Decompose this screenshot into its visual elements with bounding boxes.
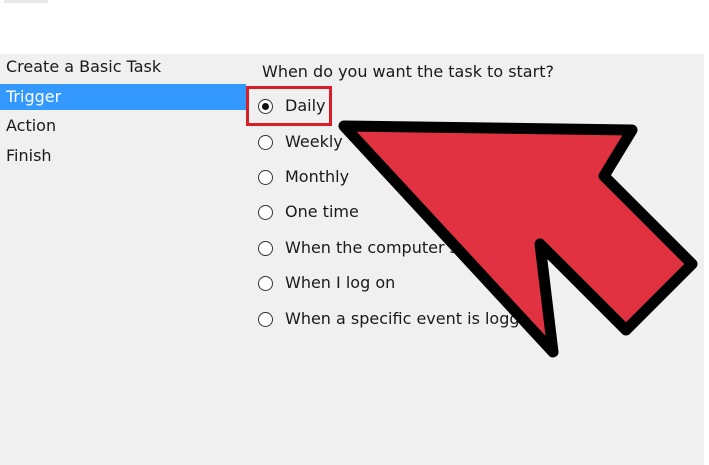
trigger-panel: When do you want the task to start? Dail… [246,54,704,465]
option-log-on-label[interactable]: When I log on [285,273,395,293]
step-trigger[interactable]: Trigger [0,84,246,110]
option-one-time[interactable]: One time [258,200,359,224]
radio-specific-event[interactable] [258,311,273,327]
step-action[interactable]: Action [0,113,246,139]
step-create-basic-task[interactable]: Create a Basic Task [0,54,246,80]
option-one-time-label[interactable]: One time [285,202,359,222]
option-specific-event[interactable]: When a specific event is logge [258,307,529,331]
radio-monthly[interactable] [258,169,273,185]
radio-one-time[interactable] [258,204,273,220]
option-computer-starts[interactable]: When the computer s [258,236,458,260]
radio-daily[interactable] [258,98,273,114]
option-specific-event-label[interactable]: When a specific event is logge [285,309,529,329]
step-finish[interactable]: Finish [0,143,246,169]
option-weekly-label[interactable]: Weekly [285,132,343,152]
radio-computer-starts[interactable] [258,240,273,256]
option-computer-starts-label[interactable]: When the computer s [285,238,458,258]
radio-log-on[interactable] [258,275,273,291]
radio-weekly[interactable] [258,134,273,150]
window-right-edge [704,0,709,465]
title-bar [0,0,709,55]
option-daily[interactable]: Daily [258,94,325,118]
title-bar-tab [4,0,48,3]
option-weekly[interactable]: Weekly [258,130,343,154]
option-monthly[interactable]: Monthly [258,165,349,189]
option-monthly-label[interactable]: Monthly [285,167,349,187]
wizard-steps-sidebar: Create a Basic Task Trigger Action Finis… [0,54,246,465]
option-log-on[interactable]: When I log on [258,271,395,295]
option-daily-label[interactable]: Daily [285,96,325,116]
trigger-question: When do you want the task to start? [262,62,554,81]
